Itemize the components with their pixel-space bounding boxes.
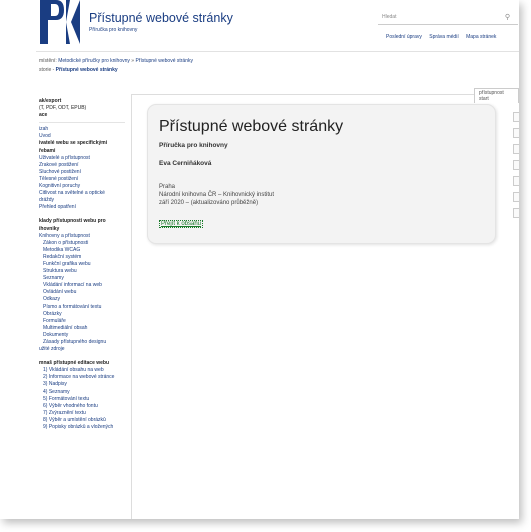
- sidebar-nav-link[interactable]: Funkční grafika webu: [39, 261, 125, 268]
- breadcrumb-prefix: místění:: [39, 58, 57, 64]
- page-tools: [513, 112, 519, 232]
- search-input[interactable]: Hledat ⚲: [378, 12, 518, 25]
- publication-date: září 2020 – (aktualizováno průběžně): [159, 200, 259, 206]
- sitemap-link[interactable]: Mapa stránek: [466, 34, 496, 40]
- sidebar-nav-link[interactable]: Zákon o přístupnosti: [39, 240, 125, 247]
- sidebar-nav-link[interactable]: 5) Formátování textu: [39, 396, 125, 403]
- sidebar-nav-link[interactable]: Úvod: [39, 133, 125, 140]
- sidebar-nav-link[interactable]: 8) Výběr a umístění obrázků: [39, 417, 125, 424]
- tool-button[interactable]: [513, 144, 519, 154]
- sidebar-nav-link[interactable]: Odkazy: [39, 296, 125, 303]
- page-title: Přístupné webové stránky: [159, 118, 344, 135]
- tab-page[interactable]: přístupnost start: [474, 88, 519, 103]
- export-heading[interactable]: ak/export: [39, 98, 125, 105]
- publisher: Národní knihovna ČR – Knihovnický instit…: [159, 192, 275, 198]
- skip-to-content-link[interactable]: Přejít k obsahu: [159, 220, 204, 228]
- sidebar-nav-link[interactable]: 4) Seznamy: [39, 389, 125, 396]
- sidebar-nav-link[interactable]: Seznamy: [39, 275, 125, 282]
- sidebar-nav-link[interactable]: Formuláře: [39, 318, 125, 325]
- sidebar-nav-link[interactable]: Dokumenty: [39, 332, 125, 339]
- sidebar-nav-link[interactable]: dráždy: [39, 197, 125, 204]
- tool-button[interactable]: [513, 128, 519, 138]
- sidebar-nav-link[interactable]: Kognitivní poruchy: [39, 183, 125, 190]
- media-manager-link[interactable]: Správa médií: [429, 34, 458, 40]
- recent-changes-link[interactable]: Poslední úpravy: [386, 34, 422, 40]
- sidebar-nav-link[interactable]: Struktura webu: [39, 268, 125, 275]
- site-title[interactable]: Přístupné webové stránky: [89, 11, 233, 25]
- sidebar-nav-link[interactable]: Přehled opatření: [39, 204, 125, 211]
- sidebar-section-heading[interactable]: ivatelé webu se specifickými: [39, 140, 125, 147]
- breadcrumb: místění: Metodické příručky pro knihovny…: [39, 58, 193, 64]
- sidebar-section-heading[interactable]: řebami: [39, 148, 125, 155]
- history-prefix: storie -: [39, 67, 55, 73]
- sidebar-nav-link[interactable]: užité zdroje: [39, 346, 125, 353]
- site-subtitle: Příručka pro knihovny: [89, 27, 138, 33]
- sidebar-section-heading[interactable]: mnaš přístupné editace webu: [39, 360, 125, 367]
- sidebar-nav-link[interactable]: 1) Vkládání obsahu na web: [39, 367, 125, 374]
- sidebar-nav-link[interactable]: Obrázky: [39, 311, 125, 318]
- sidebar-nav-link[interactable]: 2) Informace na webové stránce: [39, 374, 125, 381]
- publication-city: Praha: [159, 184, 176, 190]
- page-subtitle: Příručka pro knihovny: [159, 142, 228, 149]
- breadcrumb-separator: »: [131, 58, 135, 64]
- sidebar-nav-link[interactable]: Ovládání webu: [39, 289, 125, 296]
- sidebar-nav-link[interactable]: 9) Popisky obrázků a vložených: [39, 424, 125, 431]
- tool-button[interactable]: [513, 208, 519, 218]
- sidebar-nav-link[interactable]: Písmo a formátování textu: [39, 304, 125, 311]
- sidebar-nav-link[interactable]: Vkládání informací na web: [39, 282, 125, 289]
- top-links: Poslední úpravy Správa médií Mapa stráne…: [386, 34, 502, 40]
- export-more[interactable]: ace: [39, 112, 125, 119]
- search-icon[interactable]: ⚲: [505, 13, 510, 21]
- sidebar-nav-link[interactable]: 7) Zvýraznění textu: [39, 410, 125, 417]
- history-current[interactable]: Přístupné webové stránky: [56, 67, 118, 73]
- pk-logo-icon[interactable]: [40, 0, 80, 44]
- sidebar: ak/export (T, PDF, ODT, EPUB) ace izah Úv…: [39, 98, 125, 431]
- breadcrumb-item[interactable]: Přístupné webové stránky: [135, 58, 193, 64]
- sidebar-nav-link[interactable]: Zrakové postižení: [39, 162, 125, 169]
- breadcrumb-item[interactable]: Metodické příručky pro knihovny: [58, 58, 130, 64]
- sidebar-nav-link[interactable]: Citlivost na světelné a optické: [39, 190, 125, 197]
- page-frame: Přístupné webové stránky Příručka pro kn…: [0, 0, 519, 519]
- sidebar-nav-link[interactable]: Zásady přístupného designu: [39, 339, 125, 346]
- sidebar-section-heading[interactable]: klady přístupnosti webu pro: [39, 218, 125, 225]
- tool-button[interactable]: [513, 192, 519, 202]
- tool-button[interactable]: [513, 176, 519, 186]
- sidebar-nav-link[interactable]: Sluchové postižení: [39, 169, 125, 176]
- sidebar-nav-link[interactable]: 6) Výběr vhodného fontu: [39, 403, 125, 410]
- sidebar-nav-link[interactable]: 3) Nadpisy: [39, 381, 125, 388]
- sidebar-nav-link[interactable]: Redakční systém: [39, 254, 125, 261]
- sidebar-nav-link[interactable]: Tělesné postižení: [39, 176, 125, 183]
- export-formats[interactable]: (T, PDF, ODT, EPUB): [39, 105, 125, 112]
- sidebar-nav-link[interactable]: Uživatelé a přístupnost: [39, 155, 125, 162]
- sidebar-nav: izah Úvod ivatelé webu se specifickými řeba…: [39, 126, 125, 431]
- tool-button[interactable]: [513, 160, 519, 170]
- sidebar-nav-link[interactable]: Multimediální obsah: [39, 325, 125, 332]
- sidebar-nav-link[interactable]: Metodika WCAG: [39, 247, 125, 254]
- header-divider: [36, 51, 519, 52]
- tool-button[interactable]: [513, 112, 519, 122]
- sidebar-divider: [39, 122, 125, 124]
- author-name: Eva Cerniňáková: [159, 160, 212, 167]
- sidebar-section-heading[interactable]: ihovniky: [39, 226, 125, 233]
- sidebar-nav-link[interactable]: izah: [39, 126, 125, 133]
- trace-history: storie - Přístupné webové stránky: [39, 67, 118, 73]
- search-placeholder: Hledat: [382, 14, 397, 20]
- title-page-box: Přístupné webové stránky Příručka pro kn…: [147, 104, 496, 244]
- sidebar-nav-link[interactable]: Knihovny a přístupnost: [39, 233, 125, 240]
